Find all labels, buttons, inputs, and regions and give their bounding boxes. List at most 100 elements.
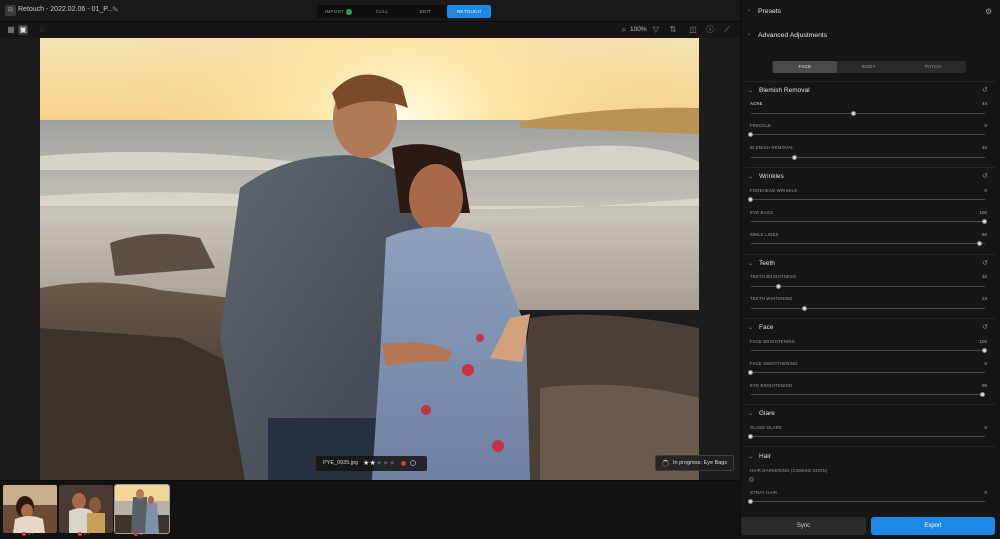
section-teeth[interactable]: ⌄ Teeth ↺ xyxy=(740,260,1000,272)
gear-icon[interactable]: ⚙ xyxy=(985,7,992,16)
slider-label-eye-bags: EYE BAGS xyxy=(750,210,774,215)
step-edit[interactable]: EDIT xyxy=(404,5,447,18)
step-retouch[interactable]: RETOUCH xyxy=(447,5,491,18)
section-title: Blemish Removal xyxy=(759,87,810,94)
slider-label-face-brightening: FACE BRIGHTENING xyxy=(750,339,796,344)
slider-label-hair-darkening: HAIR DARKENING (COMING SOON) xyxy=(750,468,828,473)
reset-icon[interactable]: ↺ xyxy=(982,172,988,180)
slider-track-glass-glare[interactable] xyxy=(751,436,985,437)
slider-track-teeth-whitening[interactable] xyxy=(751,308,985,309)
slider-knob-face-smoothening[interactable] xyxy=(748,370,753,375)
section-wrinkles[interactable]: ⌄ Wrinkles ↺ xyxy=(740,173,1000,185)
tab-face[interactable]: FACE xyxy=(773,61,837,73)
thumb-count: 2 xyxy=(140,531,143,536)
red-flag-icon xyxy=(22,531,26,536)
slider-track-blemish-removal[interactable] xyxy=(751,157,985,158)
slider-value-eye-brightening: 99 xyxy=(981,383,987,388)
info-icon[interactable]: ⓘ xyxy=(705,25,715,35)
workflow-stepper: IMPORT ✓ CULL EDIT RETOUCH xyxy=(317,5,491,18)
slider-track-face-smoothening[interactable] xyxy=(751,372,985,373)
divider xyxy=(745,81,995,82)
sync-button[interactable]: Sync xyxy=(741,517,866,535)
slider-label-eye-brightening: EYE BRIGHTENING xyxy=(750,383,793,388)
section-title: Glare xyxy=(759,410,775,417)
slider-label-teeth-brightness: TEETH BRIGHTNESS xyxy=(750,274,797,279)
slider-knob-eye-brightening[interactable] xyxy=(979,392,985,397)
info-circle-icon[interactable]: ◌ xyxy=(37,25,47,35)
step-cull[interactable]: CULL xyxy=(360,5,404,18)
star-rating[interactable]: ★★★★★ xyxy=(363,459,395,467)
divider xyxy=(745,254,995,255)
single-view-icon[interactable]: ▣ xyxy=(18,25,28,35)
slider-knob-eye-bags[interactable] xyxy=(982,219,987,224)
slider-track-teeth-brightness[interactable] xyxy=(751,286,985,287)
advanced-adjustments-row[interactable]: › Advanced Adjustments xyxy=(741,25,1000,49)
section-glare[interactable]: ⌄ Glare xyxy=(740,410,1000,422)
slider-value-eye-bags: 100 xyxy=(979,210,987,215)
slider-label-stray-hair: STRAY HAIR xyxy=(750,490,778,495)
reset-icon[interactable]: ↺ xyxy=(982,323,988,331)
filmstrip-thumb[interactable] xyxy=(3,485,57,533)
slider-value-freckle: 0 xyxy=(984,123,987,128)
reject-flag-icon[interactable] xyxy=(410,460,416,466)
slider-track-freckle[interactable] xyxy=(751,134,985,135)
zoom-level[interactable]: 100% xyxy=(630,26,647,33)
grid-view-icon[interactable]: ▦ xyxy=(6,25,16,35)
retouch-logo-icon[interactable]: R xyxy=(5,5,16,16)
slider-track-smile-lines[interactable] xyxy=(751,243,985,244)
reset-icon[interactable]: ↺ xyxy=(982,259,988,267)
slider-track-eye-bags[interactable] xyxy=(751,221,985,222)
step-import[interactable]: IMPORT ✓ xyxy=(317,5,360,18)
slider-knob-acne[interactable] xyxy=(850,111,856,116)
red-flag-icon xyxy=(134,531,138,536)
main-photo[interactable] xyxy=(40,38,699,480)
filmstrip-thumb-selected[interactable] xyxy=(114,484,170,534)
compare-icon[interactable]: ◫ xyxy=(688,25,698,35)
chevron-right-icon: › xyxy=(748,8,750,14)
view-toolbar: ▦ ▣ ◌ ⌕ 100% ▽ ⇅ ◫ ⓘ ⟋ xyxy=(0,22,740,38)
red-flag-icon[interactable] xyxy=(401,461,406,466)
slider-value-teeth-brightness: 32 xyxy=(981,274,987,279)
slider-track-stray-hair[interactable] xyxy=(751,501,985,502)
section-title: Wrinkles xyxy=(759,173,784,180)
chevron-down-icon: ⌄ xyxy=(748,411,754,417)
slider-knob-freckle[interactable] xyxy=(748,132,753,137)
export-button[interactable]: Export xyxy=(871,517,995,535)
slider-track-acne[interactable] xyxy=(751,113,985,114)
slider-value-acne: 44 xyxy=(981,101,987,106)
image-canvas[interactable] xyxy=(0,38,740,480)
slider-knob-teeth-whitening[interactable] xyxy=(801,306,807,311)
chevron-down-icon: ⌄ xyxy=(748,454,754,460)
divider xyxy=(745,318,995,319)
spinner-icon xyxy=(662,460,669,467)
section-hair[interactable]: ⌄ Hair xyxy=(740,453,1000,465)
chevron-down-icon: ⌄ xyxy=(748,261,754,267)
section-blemish-removal[interactable]: ⌄ Blemish Removal ↺ xyxy=(740,87,1000,99)
slider-value-forehead-wrinkle: 0 xyxy=(984,188,987,193)
presets-row[interactable]: › Presets ⚙ xyxy=(741,0,1000,24)
thumb-meta: 0 ◦ xyxy=(78,531,89,536)
tab-body[interactable]: BODY xyxy=(837,61,901,73)
slider-value-stray-hair: 0 xyxy=(984,490,987,495)
section-face[interactable]: ⌄ Face ↺ xyxy=(740,324,1000,336)
tab-patch[interactable]: PATCH xyxy=(901,61,965,73)
slider-knob-stray-hair[interactable] xyxy=(748,499,753,504)
slider-track-eye-brightening[interactable] xyxy=(751,394,985,395)
pencil-icon[interactable]: ✎ xyxy=(112,5,122,15)
filter-icon[interactable]: ▽ xyxy=(651,25,661,35)
sort-icon[interactable]: ⇅ xyxy=(668,25,678,35)
slider-knob-glass-glare[interactable] xyxy=(748,434,753,439)
thumb-meta: 2 ◦ xyxy=(134,531,145,536)
zoom-icon[interactable]: ⌕ xyxy=(619,25,629,35)
filmstrip-thumb[interactable] xyxy=(59,485,113,533)
slider-track-face-brightening[interactable] xyxy=(751,350,985,351)
presets-title: Presets xyxy=(758,8,782,15)
region-tabs: FACE BODY PATCH xyxy=(772,61,966,73)
slider-knob-face-brightening[interactable] xyxy=(982,348,987,353)
slider-track-forehead-wrinkle[interactable] xyxy=(751,199,985,200)
slider-knob-hair-darkening-disabled xyxy=(749,477,754,482)
star-icon[interactable]: ★ xyxy=(389,460,395,467)
reset-icon[interactable]: ↺ xyxy=(982,86,988,94)
slider-knob-forehead-wrinkle[interactable] xyxy=(748,197,753,202)
eyedropper-icon[interactable]: ⟋ xyxy=(722,25,732,35)
